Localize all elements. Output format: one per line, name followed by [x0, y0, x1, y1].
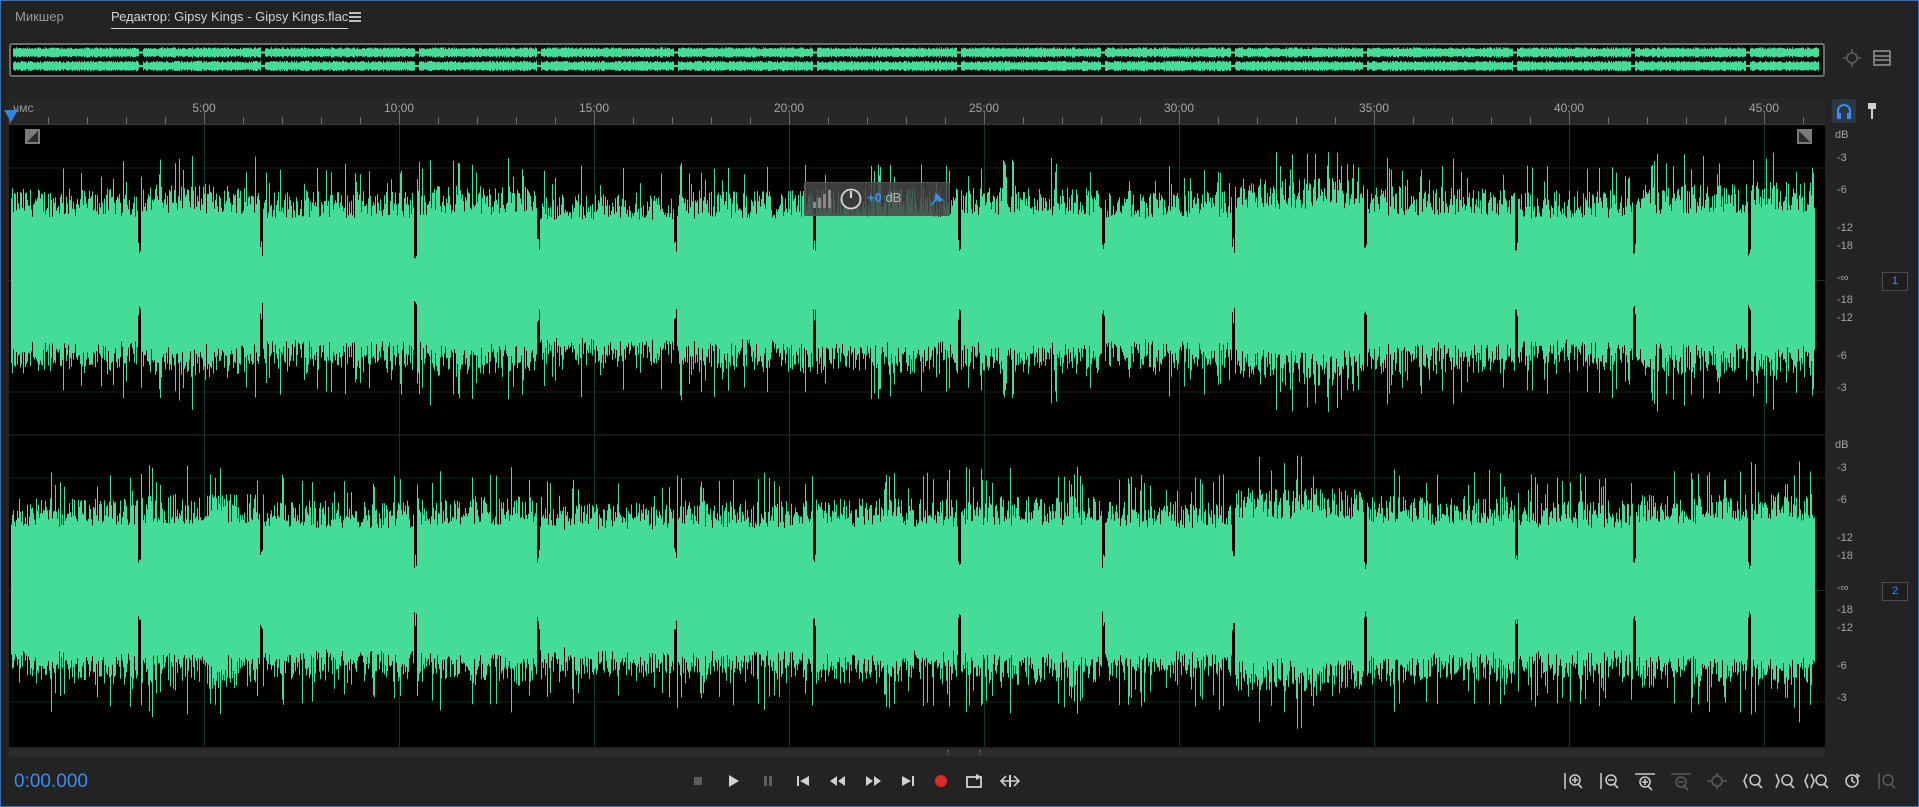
waveform-overview[interactable]	[9, 43, 1825, 77]
db-scale-label: -18	[1837, 294, 1853, 306]
fade-out-handle[interactable]	[1797, 129, 1812, 144]
playhead-marker[interactable]	[4, 110, 18, 122]
tab-editor[interactable]: Редактор: Gipsy Kings - Gipsy Kings.flac	[111, 9, 349, 29]
zoom-navigator-icon[interactable]	[1840, 47, 1864, 71]
ruler-label: 45:00	[1748, 101, 1780, 115]
ruler-label: 25:00	[968, 101, 1000, 115]
db-scale-label: -18	[1837, 550, 1853, 562]
zoom-out-point-icon[interactable]	[1770, 768, 1800, 794]
db-scale-label: -6	[1837, 494, 1847, 506]
fade-in-handle[interactable]	[25, 129, 40, 144]
gain-value: +0	[867, 190, 882, 205]
current-time-display[interactable]: 0:00.000	[14, 771, 88, 793]
record-icon[interactable]	[926, 768, 956, 794]
zoom-in-amplitude-icon[interactable]	[1558, 768, 1588, 794]
db-scale-label: -12	[1837, 622, 1853, 634]
time-ruler[interactable]: чмс 5:00 10:00 15:00 20:00 25:00 30:00 35:00 40…	[9, 98, 1825, 125]
zoom-out-amplitude-icon[interactable]	[1594, 768, 1624, 794]
zoom-both-icon[interactable]	[1802, 768, 1832, 794]
panel-tabs: Микшер Редактор: Gipsy Kings - Gipsy Kin…	[0, 0, 1919, 36]
scrollbar-grip[interactable]	[947, 750, 981, 755]
channel-2-badge[interactable]: 2	[1882, 582, 1908, 601]
db-scale-label: -6	[1837, 660, 1847, 672]
level-meter-icon	[813, 190, 831, 208]
zoom-full-icon[interactable]	[1872, 768, 1902, 794]
db-scale-label: -3	[1837, 692, 1847, 704]
ruler-label: 30:00	[1163, 101, 1195, 115]
db-scale-label: -18	[1837, 604, 1853, 616]
db-scale-label: -3	[1837, 152, 1847, 164]
volume-hud[interactable]: +0 dB	[804, 182, 950, 216]
ruler-label: 40:00	[1553, 101, 1585, 115]
horizontal-scrollbar[interactable]	[9, 749, 1825, 757]
volume-knob-icon[interactable]	[839, 187, 863, 211]
ruler-label: 10:00	[383, 101, 415, 115]
pin-hud-icon[interactable]	[927, 189, 947, 209]
zoom-in-time-icon[interactable]	[1630, 768, 1660, 794]
ruler-label: 35:00	[1358, 101, 1390, 115]
db-scale-label: -12	[1837, 312, 1853, 324]
db-scale-label: -18	[1837, 240, 1853, 252]
stop-icon[interactable]	[683, 768, 713, 794]
db-unit-ch2: dB	[1835, 439, 1849, 451]
gain-unit: dB	[885, 190, 902, 205]
zoom-reset-icon[interactable]	[1838, 768, 1868, 794]
ruler-label: 15:00	[578, 101, 610, 115]
fast-forward-icon[interactable]	[858, 768, 888, 794]
rewind-icon[interactable]	[823, 768, 853, 794]
db-scale-label: -∞	[1837, 582, 1849, 594]
db-scale-label: -6	[1837, 184, 1847, 196]
db-scale-label: -∞	[1837, 272, 1849, 284]
db-unit-ch1: dB	[1835, 129, 1849, 141]
db-scale: dB -3 -6 -12 -18 -∞ -18 -12 -6 -3 dB -3 -6 -12 -18 -…	[1827, 125, 1919, 747]
skip-selection-icon[interactable]	[995, 768, 1025, 794]
db-scale-label: -6	[1837, 350, 1847, 362]
play-icon[interactable]	[718, 768, 748, 794]
db-scale-label: -3	[1837, 382, 1847, 394]
waveform-display[interactable]	[9, 125, 1825, 747]
skip-to-start-icon[interactable]	[788, 768, 818, 794]
skip-to-end-icon[interactable]	[893, 768, 923, 794]
panel-menu-icon[interactable]	[349, 12, 361, 23]
db-scale-label: -3	[1837, 462, 1847, 474]
zoom-in-point-icon[interactable]	[1738, 768, 1768, 794]
pause-icon[interactable]	[753, 768, 783, 794]
zoom-out-full-icon[interactable]	[1666, 768, 1696, 794]
ruler-label: 20:00	[773, 101, 805, 115]
db-scale-label: -12	[1837, 222, 1853, 234]
headphones-icon[interactable]	[1832, 99, 1856, 123]
show-clip-list-icon[interactable]	[1870, 47, 1894, 71]
channel-1-badge[interactable]: 1	[1882, 272, 1908, 291]
marker-pin-icon[interactable]	[1860, 99, 1884, 123]
db-scale-label: -12	[1837, 532, 1853, 544]
loop-playback-icon[interactable]	[960, 768, 990, 794]
ruler-label: 5:00	[192, 101, 216, 115]
zoom-selection-icon[interactable]	[1702, 768, 1732, 794]
tab-mixer[interactable]: Микшер	[15, 9, 64, 24]
